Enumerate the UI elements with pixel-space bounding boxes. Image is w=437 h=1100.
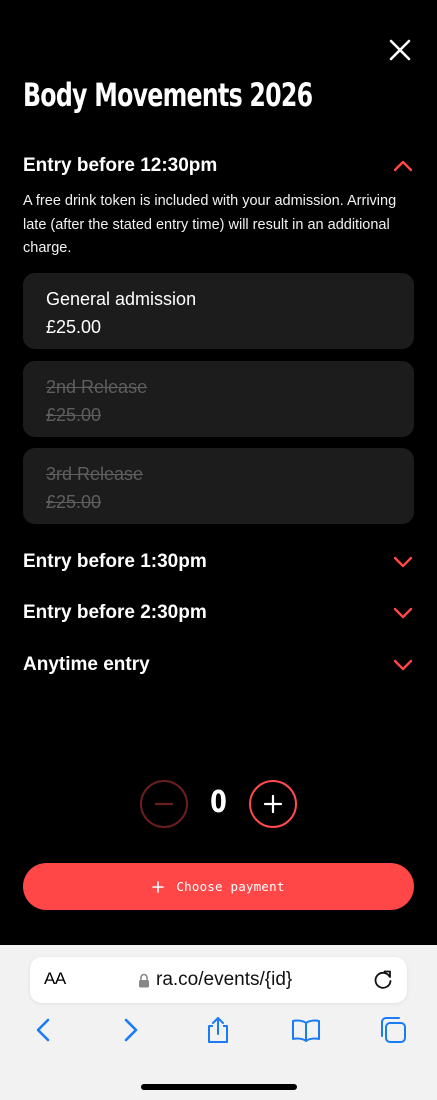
close-button[interactable] <box>386 36 414 64</box>
share-button[interactable] <box>203 1015 233 1045</box>
close-icon <box>389 39 411 61</box>
event-title: Body Movements 2026 <box>23 76 313 114</box>
ticket-2nd-release: 2nd Release £25.00 <box>23 361 414 437</box>
back-icon <box>36 1018 50 1042</box>
section-label: Entry before 1:30pm <box>23 551 207 572</box>
tabs-icon <box>381 1017 406 1043</box>
url-display: ra.co/events/{id} <box>138 969 292 991</box>
section-label: Anytime entry <box>23 654 150 675</box>
browser-toolbar: AA ra.co/events/{id} <box>0 945 437 1100</box>
lock-icon <box>139 973 149 987</box>
section-description: A free drink token is included with your… <box>23 193 397 256</box>
ticket-price: £25.00 <box>46 317 102 337</box>
ticket-name: General admission <box>46 289 197 309</box>
ticket-name: 2nd Release <box>46 377 148 397</box>
minus-icon <box>154 802 174 806</box>
quantity-count: 0 <box>210 785 227 820</box>
reload-icon <box>374 970 392 989</box>
text-size-button[interactable]: AA <box>44 969 66 989</box>
section-entry-before-1230[interactable]: Entry before 12:30pm <box>23 151 414 181</box>
address-bar[interactable]: AA ra.co/events/{id} <box>30 957 407 1003</box>
forward-icon <box>124 1018 138 1042</box>
decrease-quantity-button[interactable] <box>140 780 188 828</box>
chevron-down-icon <box>393 659 413 671</box>
section-label: Entry before 2:30pm <box>23 602 207 623</box>
tabs-button[interactable] <box>378 1015 408 1045</box>
chevron-down-icon <box>393 556 413 568</box>
ticket-3rd-release: 3rd Release £25.00 <box>23 448 414 524</box>
ticket-name: 3rd Release <box>46 464 144 484</box>
chevron-up-icon <box>393 160 413 172</box>
back-button[interactable] <box>29 1015 59 1045</box>
reload-button[interactable] <box>371 968 395 992</box>
ticket-price: £25.00 <box>46 405 102 425</box>
increase-quantity-button[interactable] <box>249 780 297 828</box>
share-icon <box>208 1017 228 1043</box>
section-entry-before-230[interactable]: Entry before 2:30pm <box>23 598 414 628</box>
choose-payment-label: Choose payment <box>176 879 285 894</box>
bookmarks-button[interactable] <box>291 1015 321 1045</box>
ticket-general-admission[interactable]: General admission £25.00 <box>23 273 414 349</box>
chevron-down-icon <box>393 607 413 619</box>
ticket-price: £25.00 <box>46 492 102 512</box>
section-entry-before-130[interactable]: Entry before 1:30pm <box>23 547 414 577</box>
quantity-stepper: 0 <box>140 780 297 828</box>
ticket-modal: Body Movements 2026 Entry before 12:30pm… <box>0 0 437 945</box>
bookmarks-icon <box>292 1019 320 1042</box>
plus-icon <box>263 794 283 814</box>
plus-icon <box>152 880 165 893</box>
home-indicator <box>141 1084 297 1090</box>
section-anytime-entry[interactable]: Anytime entry <box>23 650 414 680</box>
choose-payment-button[interactable]: Choose payment <box>23 863 414 910</box>
section-label: Entry before 12:30pm <box>23 155 218 176</box>
url-text: ra.co/events/{id} <box>156 969 293 990</box>
forward-button[interactable] <box>115 1015 145 1045</box>
